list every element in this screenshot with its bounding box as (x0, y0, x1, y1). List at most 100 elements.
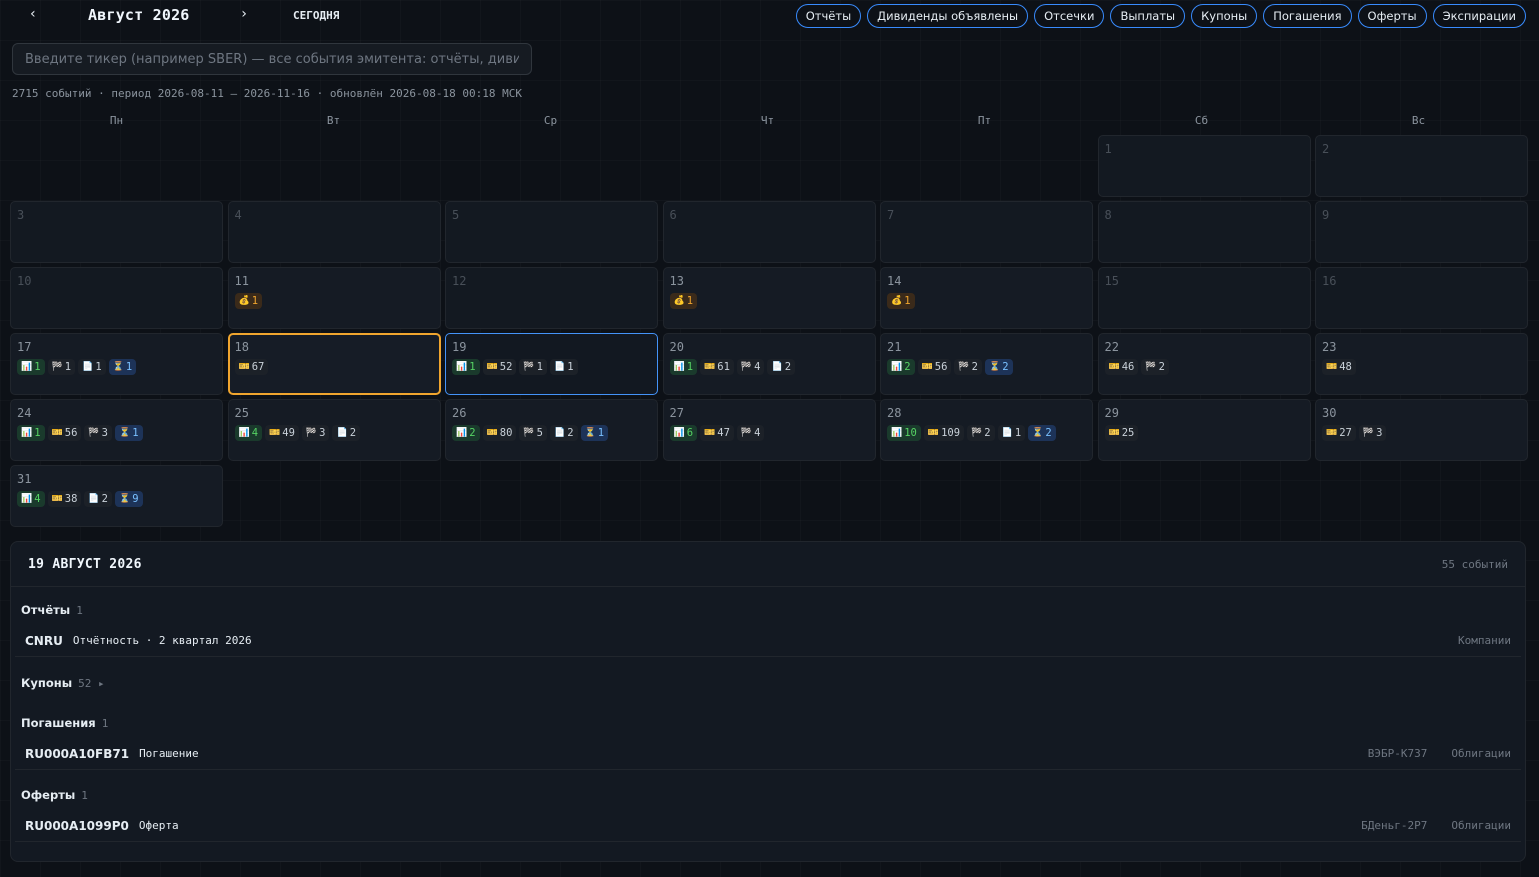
calendar-day-31[interactable]: 31 📊 4 🎫 38 📄 2 ⏳ 9 (10, 465, 223, 527)
calendar-day-23[interactable]: 23 🎫 48 (1315, 333, 1528, 395)
calendar-day-29[interactable]: 29 🎫 25 (1097, 399, 1311, 461)
coupons-badge: 🎫 109 (923, 425, 965, 441)
coupons-badge: 🎫 49 (265, 425, 299, 441)
badge-count: 1 (95, 361, 102, 373)
filter-dividends-declared[interactable]: Дивиденды объявлены (867, 4, 1029, 28)
top-bar: ‹ Август 2026 › СЕГОДНЯ Отчёты Дивиденды… (0, 0, 1539, 34)
coupons-badge: 🎫 67 (234, 359, 269, 375)
day-number: 4 (234, 208, 242, 222)
reports-badge: 📊 1 (17, 425, 45, 441)
calendar-day-12[interactable]: 12 (445, 267, 658, 329)
calendar-day-7[interactable]: 7 (880, 201, 1093, 263)
calendar-day-4[interactable]: 4 (227, 201, 441, 263)
chart-icon: 📊 (21, 494, 33, 504)
event-ticker[interactable]: RU000A1099P0 (25, 819, 129, 833)
badge-count: 61 (717, 361, 730, 373)
calendar-day-28[interactable]: 28 📊 10 🎫 109 🏁 2 📄 1 ⏳ 2 (880, 399, 1093, 461)
reports-badge: 📊 1 (17, 359, 45, 375)
badge-count: 1 (1014, 427, 1022, 439)
day-number: 19 (452, 340, 467, 354)
day-number: 17 (17, 340, 32, 354)
chart-icon: 📊 (673, 428, 685, 438)
event-ticker[interactable]: RU000A10FB71 (25, 747, 129, 761)
calendar-day-8[interactable]: 8 (1097, 201, 1311, 263)
calendar-day-17[interactable]: 17 📊 1 🏁 1 📄 1 ⏳ 1 (10, 333, 223, 395)
calendar-day-26[interactable]: 26 📊 2 🎫 80 🏁 5 📄 2 ⏳ 1 (445, 399, 658, 461)
calendar-day-11[interactable]: 11 💰 1 (227, 267, 441, 329)
day-number: 3 (17, 208, 25, 222)
calendar-day-13[interactable]: 13 💰 1 (662, 267, 876, 329)
calendar-day-10[interactable]: 10 (10, 267, 223, 329)
event-row[interactable]: CNRU Отчётность · 2 квартал 2026 Компани… (15, 625, 1521, 657)
coupons-badge: 🎫 80 (482, 425, 517, 441)
badge-count: 3 (101, 427, 108, 439)
calendar-day-30[interactable]: 30 🎫 27 🏁 3 (1315, 399, 1528, 461)
group-coupons[interactable]: Купоны 52 ▸ (11, 676, 1525, 690)
calendar-day-14[interactable]: 14 💰 1 (880, 267, 1093, 329)
day-number: 29 (1104, 406, 1119, 420)
today-button[interactable]: СЕГОДНЯ (293, 9, 339, 22)
calendar-day-1[interactable]: 1 (1097, 135, 1311, 197)
event-badges: 🎫 25 (1104, 425, 1304, 441)
reports-badge: 📊 1 (669, 359, 698, 375)
event-row[interactable]: RU000A1099P0 Оферта БДеньг-2Р7 Облигации (15, 810, 1521, 842)
offers-badge: ⏳ 1 (108, 359, 137, 375)
month-title: Август 2026 (88, 6, 190, 24)
day-number: 9 (1322, 208, 1330, 222)
event-badges: 📊 4 🎫 49 🏁 3 📄 2 (234, 425, 434, 441)
calendar-day-27[interactable]: 27 📊 6 🎫 47 🏁 4 (662, 399, 876, 461)
group-reports[interactable]: Отчёты 1 (11, 603, 1525, 617)
calendar-day-18[interactable]: 18 🎫 67 (227, 333, 441, 395)
filter-reports[interactable]: Отчёты (795, 4, 862, 28)
filter-expirations[interactable]: Экспирации (1432, 4, 1526, 28)
group-redemptions[interactable]: Погашения 1 (11, 716, 1525, 730)
event-badges: 🎫 46 🏁 2 (1104, 359, 1304, 375)
day-number: 30 (1322, 406, 1337, 420)
chart-icon: 📊 (238, 428, 250, 438)
calendar-day-16[interactable]: 16 (1315, 267, 1528, 329)
redeem-badge: 📄 1 (997, 425, 1026, 441)
document-icon: 📄 (88, 494, 100, 504)
badge-count: 2 (1158, 361, 1165, 373)
badge-count: 1 (34, 361, 41, 373)
filter-redemptions[interactable]: Погашения (1263, 4, 1352, 28)
calendar-day-25[interactable]: 25 📊 4 🎫 49 🏁 3 📄 2 (227, 399, 441, 461)
event-bond-name: БДеньг-2Р7 (1361, 819, 1428, 832)
coupon-icon: 🎫 (486, 428, 498, 438)
event-ticker[interactable]: CNRU (25, 634, 63, 648)
offers-badge: ⏳ 2 (984, 359, 1013, 375)
coupon-icon: 🎫 (1108, 362, 1120, 372)
next-month-button[interactable]: › (234, 6, 254, 22)
calendar-day-21[interactable]: 21 📊 2 🎫 56 🏁 2 ⏳ 2 (880, 333, 1093, 395)
calendar-day-15[interactable]: 15 (1097, 267, 1311, 329)
weekday-mon: Пн (109, 114, 124, 127)
prev-month-button[interactable]: ‹ (23, 6, 43, 22)
calendar-day-20[interactable]: 20 📊 1 🎫 61 🏁 4 📄 2 (662, 333, 876, 395)
day-number: 28 (887, 406, 902, 420)
badge-count: 1 (64, 361, 72, 373)
calendar-day-3[interactable]: 3 (10, 201, 223, 263)
badge-count: 4 (251, 427, 259, 439)
checkered-flag-icon: 🏁 (740, 362, 753, 372)
badge-count: 2 (784, 361, 792, 373)
reports-badge: 📊 10 (887, 425, 921, 441)
calendar-day-2[interactable]: 2 (1315, 135, 1528, 197)
group-offers[interactable]: Оферты 1 (11, 788, 1525, 802)
filter-coupons[interactable]: Купоны (1191, 4, 1258, 28)
weekday-sat: Сб (1194, 114, 1209, 127)
document-icon: 📄 (82, 362, 94, 372)
event-badges: 📊 1 🏁 1 📄 1 ⏳ 1 (17, 359, 216, 375)
calendar-day-6[interactable]: 6 (662, 201, 876, 263)
reports-badge: 📊 6 (669, 425, 698, 441)
event-row[interactable]: RU000A10FB71 Погашение ВЭБР-К737 Облигац… (15, 738, 1521, 770)
filter-payments[interactable]: Выплаты (1110, 4, 1186, 28)
filter-offers[interactable]: Оферты (1357, 4, 1427, 28)
filter-cutoffs[interactable]: Отсечки (1034, 4, 1105, 28)
calendar-day-5[interactable]: 5 (445, 201, 658, 263)
ticker-search-input[interactable] (12, 43, 532, 75)
calendar-day-19[interactable]: 19 📊 1 🎫 52 🏁 1 📄 1 (445, 333, 658, 395)
day-number: 23 (1322, 340, 1337, 354)
calendar-day-24[interactable]: 24 📊 1 🎫 56 🏁 3 ⏳ 1 (10, 399, 223, 461)
calendar-day-9[interactable]: 9 (1315, 201, 1528, 263)
calendar-day-22[interactable]: 22 🎫 46 🏁 2 (1097, 333, 1311, 395)
